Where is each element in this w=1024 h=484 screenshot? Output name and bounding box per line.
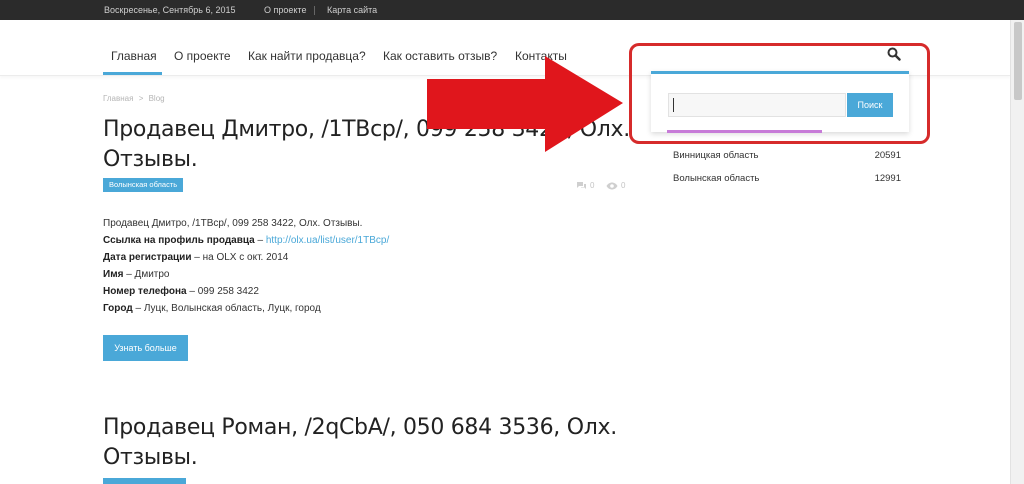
field-separator: – [132, 303, 144, 314]
annotation-highlight-frame [629, 43, 930, 144]
breadcrumb-separator: > [138, 94, 144, 103]
breadcrumb-current: Blog [148, 94, 165, 103]
read-more-button[interactable]: Узнать больше [103, 335, 188, 361]
comments-icon [577, 182, 586, 189]
scrollbar-thumb[interactable] [1014, 22, 1022, 100]
post-field-phone: Номер телефона – 099 258 3422 [103, 286, 259, 297]
region-list-item[interactable]: Волынская область 12991 [673, 173, 901, 184]
field-value: 099 258 3422 [197, 286, 259, 297]
page-scrollbar[interactable] [1010, 20, 1024, 484]
nav-item-about[interactable]: О проекте [174, 49, 231, 63]
region-name: Волынская область [673, 173, 760, 184]
top-bar-link-about[interactable]: О проекте [264, 5, 306, 15]
field-separator: – [254, 235, 266, 246]
field-value: Луцк, Волынская область, Луцк, город [143, 303, 321, 314]
top-bar-divider [314, 6, 315, 15]
post-views: 0 [606, 181, 625, 190]
annotation-arrow-icon [427, 56, 623, 152]
eye-icon [606, 182, 618, 189]
region-name: Винницкая область [673, 150, 759, 161]
category-badge[interactable]: Волынская область [103, 178, 184, 192]
post-intro: Продавец Дмитро, /1TBcp/, 099 258 3422, … [103, 218, 363, 229]
top-bar-date: Воскресенье, Сентябрь 6, 2015 [104, 5, 236, 15]
post-comments: 0 [576, 181, 594, 190]
field-label: Имя [103, 269, 124, 280]
post-field-name: Имя – Дмитро [103, 269, 169, 280]
top-bar: Воскресенье, Сентябрь 6, 2015 О проекте … [0, 0, 1024, 20]
field-value: Дмитро [134, 269, 170, 280]
field-label: Номер телефона [103, 286, 187, 297]
top-bar-link-sitemap[interactable]: Карта сайта [327, 5, 377, 15]
field-label: Дата регистрации [103, 252, 192, 263]
post-field-city: Город – Луцк, Волынская область, Луцк, г… [103, 303, 321, 314]
post-field-registration: Дата регистрации – на OLX с окт. 2014 [103, 252, 288, 263]
breadcrumb-home[interactable]: Главная [103, 94, 133, 103]
post-field-profile: Ссылка на профиль продавца – http://olx.… [103, 235, 389, 246]
nav-active-indicator [103, 72, 162, 75]
comments-count: 0 [590, 181, 595, 190]
category-badge[interactable] [103, 478, 186, 484]
profile-link[interactable]: http://olx.ua/list/user/1TBcp/ [266, 235, 389, 246]
region-list-item[interactable]: Винницкая область 20591 [673, 150, 901, 161]
field-separator: – [186, 286, 198, 297]
field-separator: – [191, 252, 203, 263]
field-value: на OLX с окт. 2014 [202, 252, 289, 263]
field-separator: – [123, 269, 135, 280]
nav-item-find-seller[interactable]: Как найти продавца? [248, 49, 366, 63]
field-label: Город [103, 303, 133, 314]
region-count: 20591 [874, 150, 901, 161]
region-count: 12991 [874, 173, 901, 184]
breadcrumb: Главная > Blog [103, 94, 165, 103]
field-label: Ссылка на профиль продавца [103, 235, 255, 246]
views-count: 0 [621, 181, 626, 190]
nav-item-home[interactable]: Главная [111, 49, 157, 63]
post-title[interactable]: Продавец Роман, /2qCbA/, 050 684 3536, О… [103, 413, 643, 473]
